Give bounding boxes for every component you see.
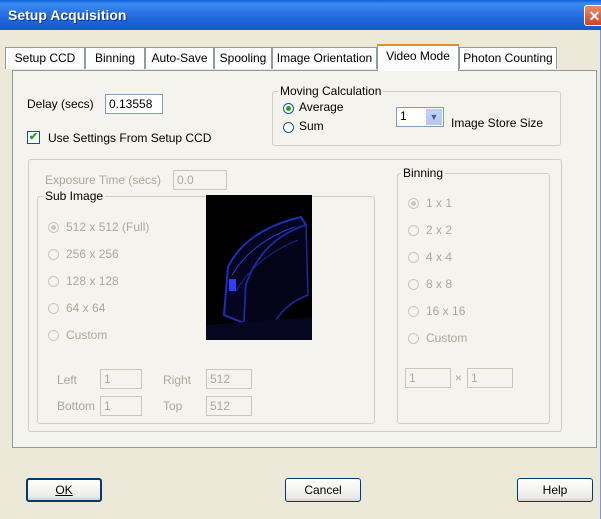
help-button[interactable]: Help xyxy=(517,478,593,502)
sub-image-label: Sub Image xyxy=(43,189,106,203)
sub-image-64-radio[interactable] xyxy=(48,303,59,314)
binning-2x2-radio[interactable] xyxy=(408,225,419,236)
sub-image-64-label: 64 x 64 xyxy=(66,301,106,315)
tab-video-mode[interactable]: Video Mode xyxy=(377,44,459,71)
times-sign: × xyxy=(455,371,463,385)
binning-custom-label: Custom xyxy=(426,331,468,345)
right-input[interactable]: 512 xyxy=(206,369,252,389)
binning-1x1-label: 1 x 1 xyxy=(426,196,453,210)
right-label: Right xyxy=(163,373,192,387)
left-label: Left xyxy=(57,373,78,387)
average-label: Average xyxy=(299,100,344,114)
sum-label: Sum xyxy=(299,119,324,133)
binning-8x8-label: 8 x 8 xyxy=(426,277,453,291)
tab-binning[interactable]: Binning xyxy=(85,47,145,69)
binning-1x1-radio[interactable] xyxy=(408,198,419,209)
sub-image-256-label: 256 x 256 xyxy=(66,247,119,261)
top-input[interactable]: 512 xyxy=(206,396,252,416)
sum-radio[interactable] xyxy=(283,122,294,133)
cancel-button[interactable]: Cancel xyxy=(285,478,361,502)
window-title: Setup Acquisition xyxy=(8,7,127,23)
binning-4x4-radio[interactable] xyxy=(408,252,419,263)
exposure-time-label: Exposure Time (secs) xyxy=(45,173,162,187)
ok-button-label: OK xyxy=(55,483,73,497)
chevron-down-icon[interactable]: ▼ xyxy=(426,109,442,125)
image-store-size-select[interactable]: 1 ▼ xyxy=(396,107,444,127)
sub-image-128-label: 128 x 128 xyxy=(66,274,119,288)
delay-label: Delay (secs) xyxy=(27,97,94,111)
sub-image-512-label: 512 x 512 (Full) xyxy=(66,220,150,234)
binning-16x16-label: 16 x 16 xyxy=(426,304,466,318)
sub-image-custom-label: Custom xyxy=(66,328,108,342)
tab-auto-save[interactable]: Auto-Save xyxy=(145,47,214,69)
use-settings-checkbox[interactable]: ✔ xyxy=(27,131,40,144)
binning-custom-y-input[interactable]: 1 xyxy=(467,368,513,388)
tab-spooling[interactable]: Spooling xyxy=(214,47,272,69)
video-preview-image xyxy=(206,195,312,340)
binning-label: Binning xyxy=(401,166,446,180)
close-button[interactable]: ✕ xyxy=(584,5,601,26)
left-input[interactable]: 1 xyxy=(100,369,142,389)
image-store-size-label: Image Store Size xyxy=(451,116,544,130)
sub-image-512-radio[interactable] xyxy=(48,222,59,233)
setup-acquisition-dialog: Setup Acquisition ✕ Setup CCD Binning Au… xyxy=(0,0,601,519)
delay-input[interactable]: 0.13558 xyxy=(105,94,163,114)
binning-4x4-label: 4 x 4 xyxy=(426,250,453,264)
image-store-size-value: 1 xyxy=(400,109,407,123)
bottom-label: Bottom xyxy=(57,399,96,413)
binning-custom-x-input[interactable]: 1 xyxy=(405,368,451,388)
binning-8x8-radio[interactable] xyxy=(408,279,419,290)
bottom-input[interactable]: 1 xyxy=(100,396,142,416)
binning-2x2-label: 2 x 2 xyxy=(426,223,453,237)
cancel-button-label: Cancel xyxy=(304,483,342,497)
binning-16x16-radio[interactable] xyxy=(408,306,419,317)
tab-photon-counting[interactable]: Photon Counting xyxy=(459,47,557,69)
average-radio[interactable] xyxy=(283,103,294,114)
tab-setup-ccd[interactable]: Setup CCD xyxy=(5,47,85,69)
top-label: Top xyxy=(163,399,183,413)
sub-image-custom-radio[interactable] xyxy=(48,330,59,341)
help-button-label: Help xyxy=(542,483,568,497)
close-icon: ✕ xyxy=(588,8,601,24)
use-settings-label: Use Settings From Setup CCD xyxy=(48,131,212,145)
moving-calculation-label: Moving Calculation xyxy=(278,84,384,98)
tab-image-orientation[interactable]: Image Orientation xyxy=(272,47,377,69)
exposure-time-input[interactable]: 0.0 xyxy=(173,170,227,190)
title-bar[interactable]: Setup Acquisition ✕ xyxy=(0,0,601,30)
sub-image-128-radio[interactable] xyxy=(48,276,59,287)
ok-button[interactable]: OK xyxy=(26,478,102,502)
binning-custom-radio[interactable] xyxy=(408,333,419,344)
preview-graphic xyxy=(206,215,312,340)
sub-image-256-radio[interactable] xyxy=(48,249,59,260)
